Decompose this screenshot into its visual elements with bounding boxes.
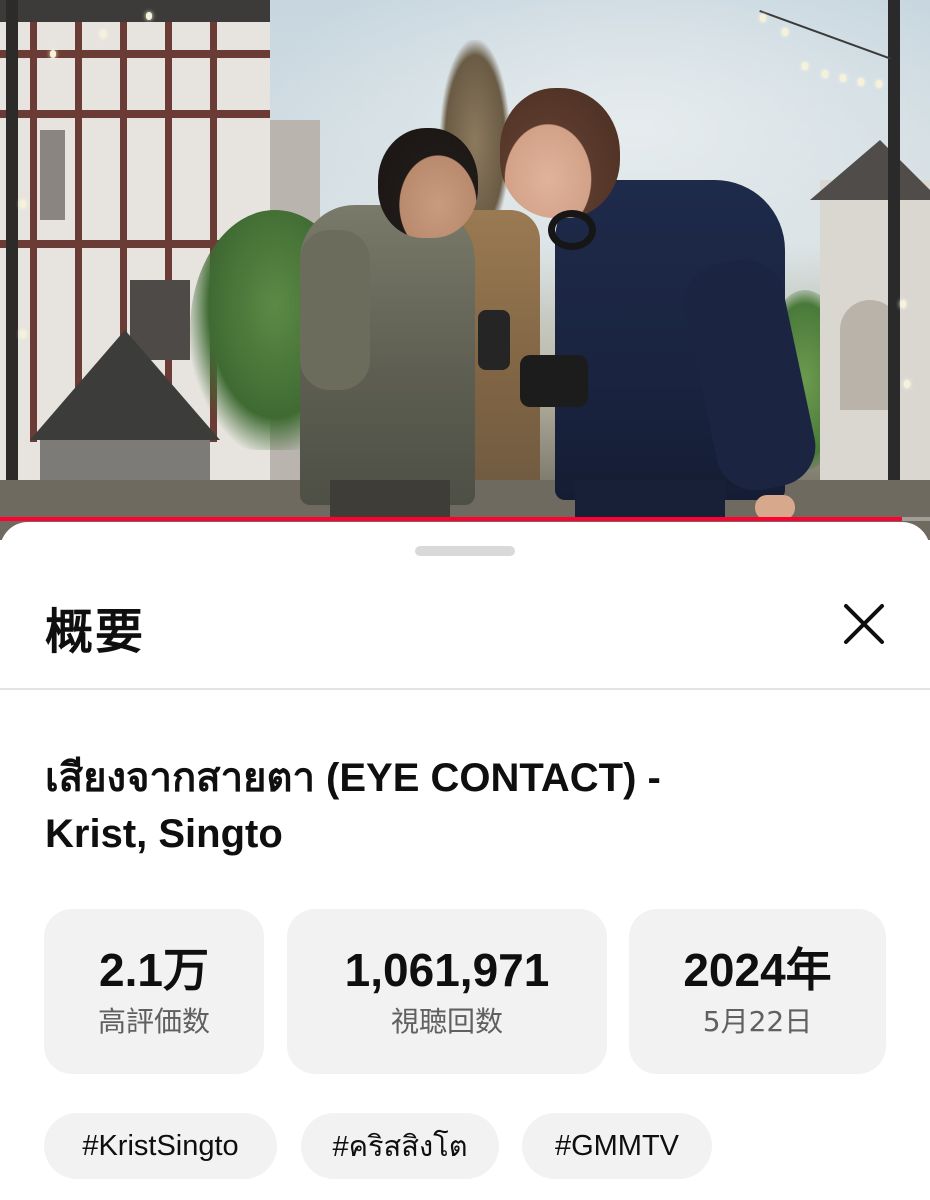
hashtag-chip[interactable]: #KristSingto xyxy=(44,1113,277,1179)
video-title-line-1: เสียงจากสายตา (EYE CONTACT) - xyxy=(45,756,661,800)
upload-year: 2024年 xyxy=(683,943,832,996)
video-title: เสียงจากสายตา (EYE CONTACT) - Krist, Sin… xyxy=(45,750,885,862)
hashtag-chip[interactable]: #คริสสิงโต xyxy=(301,1113,499,1179)
video-progress-bar[interactable] xyxy=(0,517,930,521)
video-pole-right xyxy=(888,0,900,520)
video-pole-left xyxy=(6,0,18,520)
upload-day: 5月22日 xyxy=(702,1004,813,1038)
views-label: 視聴回数 xyxy=(390,1004,503,1038)
video-title-line-2: Krist, Singto xyxy=(45,812,283,856)
views-stat: 1,061,971 視聴回数 xyxy=(287,909,607,1074)
close-button[interactable] xyxy=(834,594,894,654)
close-icon xyxy=(844,604,884,644)
header-divider xyxy=(0,688,930,690)
sheet-heading: 概要 xyxy=(45,604,146,660)
drag-handle[interactable] xyxy=(415,546,515,556)
upload-date-stat: 2024年 5月22日 xyxy=(629,909,886,1074)
video-player[interactable] xyxy=(0,0,930,540)
views-count: 1,061,971 xyxy=(344,943,550,996)
likes-count: 2.1万 xyxy=(99,943,209,996)
description-sheet: 概要 เสียงจากสายตา (EYE CONTACT) - Krist, … xyxy=(0,522,930,1200)
hashtag-chip[interactable]: #GMMTV xyxy=(522,1113,712,1179)
video-progress-fill xyxy=(0,517,903,521)
likes-label: 高評価数 xyxy=(97,1004,210,1038)
video-building-right xyxy=(810,140,930,520)
likes-stat: 2.1万 高評価数 xyxy=(44,909,264,1074)
